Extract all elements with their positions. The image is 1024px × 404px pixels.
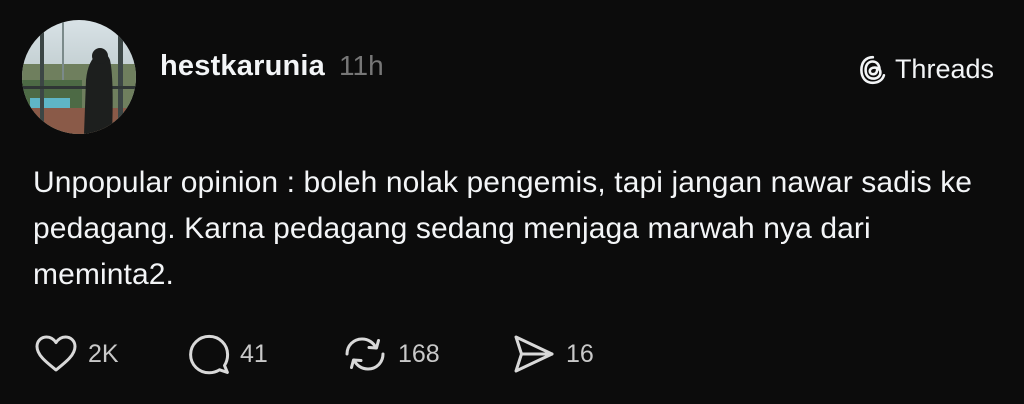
repost-count: 168: [398, 339, 440, 368]
reply-button[interactable]: 41: [188, 332, 268, 376]
username-link[interactable]: hestkarunia: [160, 50, 325, 83]
threads-logo-icon: [859, 55, 887, 85]
brand-label: Threads: [894, 54, 994, 84]
post-author: hestkarunia 11h: [160, 50, 384, 83]
like-count: 2K: [88, 339, 119, 368]
post-timestamp[interactable]: 11h: [339, 50, 384, 82]
share-count: 16: [566, 339, 594, 368]
share-button[interactable]: 16: [512, 332, 594, 376]
threads-post-card: hestkarunia 11h Threads Unpopular opinio…: [0, 0, 1024, 404]
avatar-photo: [22, 20, 136, 134]
threads-brand: Threads: [859, 54, 994, 85]
repost-button[interactable]: 168: [342, 332, 440, 376]
post-text: Unpopular opinion : boleh nolak pengemis…: [33, 166, 973, 291]
heart-icon: [34, 334, 78, 374]
send-icon: [512, 333, 556, 375]
avatar[interactable]: [22, 20, 136, 134]
like-button[interactable]: 2K: [34, 332, 119, 376]
comment-icon: [188, 333, 230, 375]
repost-icon: [342, 333, 388, 375]
reply-count: 41: [240, 339, 268, 368]
